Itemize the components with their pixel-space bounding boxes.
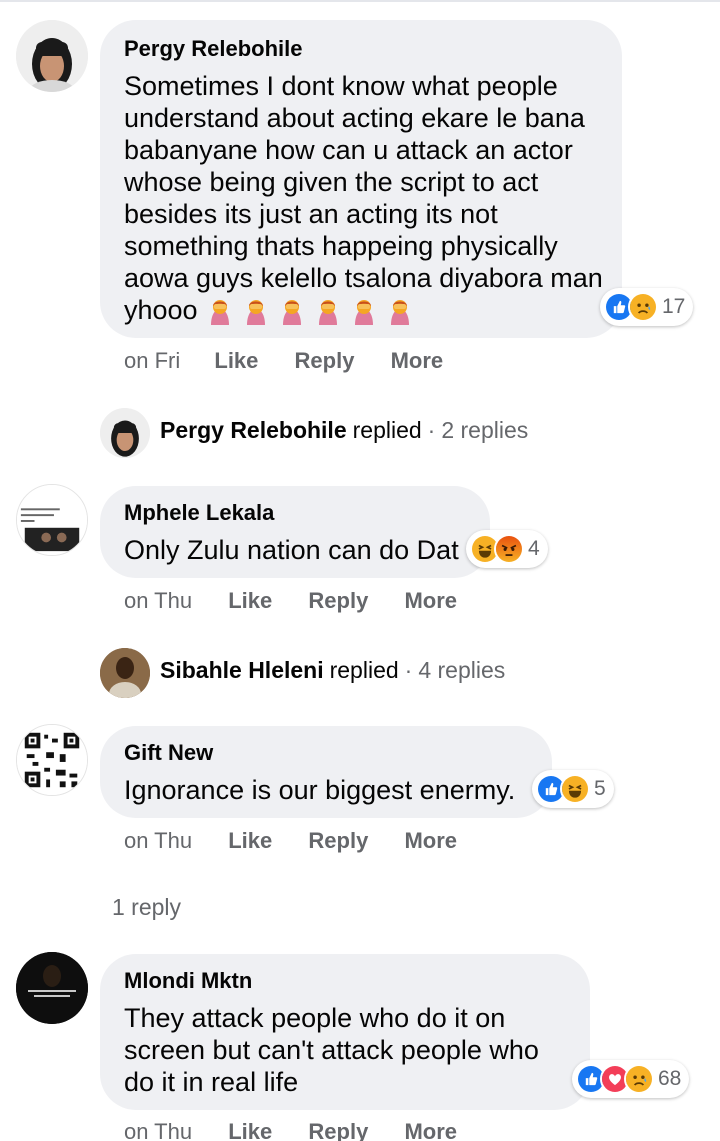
- facepalm-emojis: [205, 296, 421, 328]
- comment-time[interactable]: on Thu: [124, 828, 192, 854]
- reactions-summary[interactable]: 17: [600, 288, 694, 326]
- replies-count: 2 replies: [441, 417, 529, 443]
- like-button[interactable]: Like: [228, 828, 272, 854]
- woman-facepalming-icon: [313, 297, 343, 327]
- comment-actions: on Fri Like Reply More: [124, 348, 443, 374]
- like-button[interactable]: Like: [214, 348, 258, 374]
- replier-name: Sibahle Hleleni: [160, 657, 324, 683]
- reply-button[interactable]: Reply: [308, 828, 368, 854]
- comment-bubble: Gift New Ignorance is our biggest enermy…: [100, 726, 552, 818]
- comment-author[interactable]: Pergy Relebohile: [124, 36, 303, 62]
- avatar[interactable]: [16, 20, 88, 92]
- replied-label: replied: [352, 417, 422, 443]
- comment-text: Only Zulu nation can do Dat: [124, 535, 459, 565]
- view-replies-link[interactable]: Pergy Relebohile replied · 2 replies: [160, 417, 528, 444]
- replier-name: Pergy Relebohile: [160, 417, 347, 443]
- comment-time[interactable]: on Thu: [124, 1119, 192, 1141]
- comment-author[interactable]: Mphele Lekala: [124, 500, 274, 526]
- avatar[interactable]: [16, 724, 88, 796]
- more-button[interactable]: More: [391, 348, 444, 374]
- comment-time[interactable]: on Fri: [124, 348, 180, 374]
- comment-author[interactable]: Gift New: [124, 740, 213, 766]
- comment-text: They attack people who do it on screen b…: [124, 1003, 539, 1097]
- comment-text: Sometimes I dont know what people unders…: [124, 70, 604, 328]
- reactions-summary[interactable]: 68: [572, 1060, 690, 1098]
- more-button[interactable]: More: [404, 588, 457, 614]
- reactions-summary[interactable]: 5: [532, 770, 614, 808]
- more-button[interactable]: More: [404, 1119, 457, 1141]
- woman-facepalming-icon: [349, 297, 379, 327]
- woman-facepalming-icon: [241, 297, 271, 327]
- reply-button[interactable]: Reply: [308, 1119, 368, 1141]
- avatar[interactable]: [100, 408, 150, 458]
- avatar[interactable]: [100, 648, 150, 698]
- comment-text: Ignorance is our biggest enermy.: [124, 775, 516, 805]
- comment-bubble: Pergy Relebohile Sometimes I dont know w…: [100, 20, 622, 338]
- woman-facepalming-icon: [205, 297, 235, 327]
- comment-body: Sometimes I dont know what people unders…: [124, 71, 603, 325]
- reaction-count: 4: [528, 537, 540, 560]
- view-reply-link[interactable]: 1 reply: [112, 894, 181, 921]
- more-button[interactable]: More: [404, 828, 457, 854]
- reaction-count: 5: [594, 777, 606, 800]
- separator: ·: [427, 417, 436, 443]
- sad-reaction-icon: [624, 1064, 654, 1094]
- replied-label: replied: [329, 657, 399, 683]
- comment-actions: on Thu Like Reply More: [124, 1119, 457, 1141]
- comment-actions: on Thu Like Reply More: [124, 828, 457, 854]
- comment-actions: on Thu Like Reply More: [124, 588, 457, 614]
- view-replies-link[interactable]: Sibahle Hleleni replied · 4 replies: [160, 657, 505, 684]
- reactions-summary[interactable]: 4: [466, 530, 548, 568]
- reaction-count: 68: [658, 1067, 682, 1090]
- reply-button[interactable]: Reply: [295, 348, 355, 374]
- comment-bubble: Mlondi Mktn They attack people who do it…: [100, 954, 590, 1110]
- angry-reaction-icon: [494, 534, 524, 564]
- avatar[interactable]: [16, 952, 88, 1024]
- sad-reaction-icon: [628, 292, 658, 322]
- comment-time[interactable]: on Thu: [124, 588, 192, 614]
- separator: ·: [404, 657, 413, 683]
- woman-facepalming-icon: [277, 297, 307, 327]
- like-button[interactable]: Like: [228, 1119, 272, 1141]
- comment-author[interactable]: Mlondi Mktn: [124, 968, 252, 994]
- like-button[interactable]: Like: [228, 588, 272, 614]
- top-divider: [0, 0, 720, 2]
- comment-bubble: Mphele Lekala Only Zulu nation can do Da…: [100, 486, 490, 578]
- replies-count: 4 replies: [418, 657, 506, 683]
- avatar[interactable]: [16, 484, 88, 556]
- haha-reaction-icon: [560, 774, 590, 804]
- woman-facepalming-icon: [385, 297, 415, 327]
- reaction-count: 17: [662, 295, 686, 318]
- reply-button[interactable]: Reply: [308, 588, 368, 614]
